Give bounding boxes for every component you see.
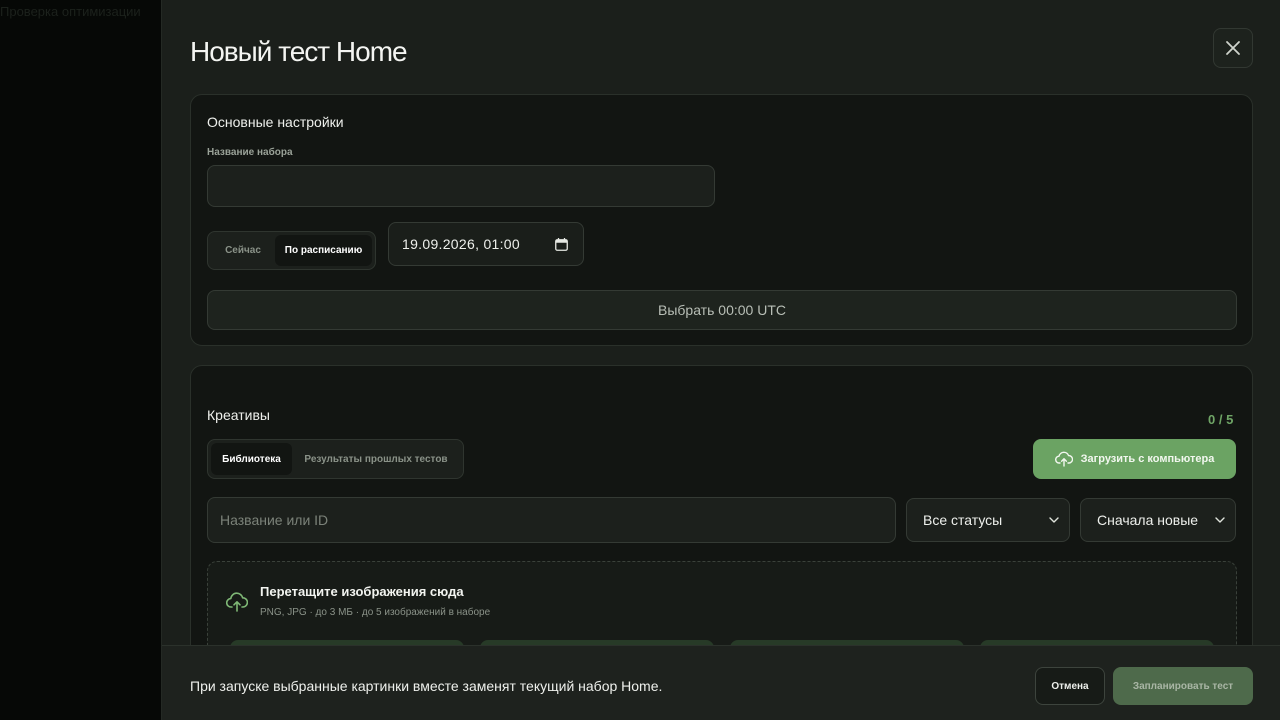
background-text: Проверка оптимизации — [0, 4, 141, 19]
modal-title: Новый тест Home — [190, 36, 408, 67]
upload-button-label: Загрузить с компьютера — [1080, 453, 1215, 465]
new-test-drawer: Новый тест Home Основные настройки Назва… — [161, 0, 1280, 720]
basic-settings-card: Основные настройки Название набора Сейча… — [190, 94, 1253, 346]
footer-note: При запуске выбранные картинки вместе за… — [190, 678, 663, 694]
timing-scheduled-option[interactable]: По расписанию — [275, 235, 372, 266]
drawer-footer: При запуске выбранные картинки вместе за… — [162, 645, 1280, 720]
sort-select[interactable]: Сначала новые — [1080, 498, 1236, 542]
dropzone-subtitle: PNG, JPG · до 3 МБ · до 5 изображений в … — [260, 607, 491, 618]
cloud-upload-icon — [1054, 451, 1073, 467]
status-filter-value: Все статусы — [923, 512, 1003, 528]
set-name-input[interactable] — [207, 165, 715, 207]
timing-now-option[interactable]: Сейчас — [211, 235, 275, 266]
cloud-upload-icon — [226, 592, 248, 612]
tab-past-results[interactable]: Результаты прошлых тестов — [292, 443, 460, 475]
schedule-test-button[interactable]: Запланировать тест — [1113, 667, 1253, 705]
creatives-counter: 0 / 5 — [1208, 412, 1234, 427]
datetime-input[interactable]: 19.09.2026, 01:00 — [388, 222, 584, 266]
creatives-source-tabs: Библиотека Результаты прошлых тестов — [207, 439, 464, 479]
cancel-button[interactable]: Отмена — [1035, 667, 1105, 705]
close-button[interactable] — [1213, 28, 1253, 68]
tab-library[interactable]: Библиотека — [211, 443, 292, 475]
sort-value: Сначала новые — [1097, 512, 1199, 528]
basic-settings-heading: Основные настройки — [207, 114, 344, 130]
calendar-icon[interactable] — [555, 238, 568, 251]
creatives-card: Креативы 0 / 5 Библиотека Результаты про… — [190, 365, 1253, 691]
upload-from-computer-button[interactable]: Загрузить с компьютера — [1033, 439, 1236, 479]
timing-toggle: Сейчас По расписанию — [207, 231, 376, 270]
chevron-down-icon — [1215, 517, 1225, 523]
close-icon — [1226, 41, 1240, 55]
select-utc-button[interactable]: Выбрать 00:00 UTC — [207, 290, 1237, 330]
creative-search-input[interactable] — [207, 497, 896, 543]
datetime-value: 19.09.2026, 01:00 — [402, 236, 520, 252]
set-name-label: Название набора — [207, 147, 293, 158]
status-filter-select[interactable]: Все статусы — [906, 498, 1070, 542]
page-backdrop[interactable]: Проверка оптимизации — [0, 0, 161, 720]
dropzone-title: Перетащите изображения сюда — [260, 584, 464, 599]
chevron-down-icon — [1049, 517, 1059, 523]
creatives-heading: Креативы — [207, 407, 270, 423]
